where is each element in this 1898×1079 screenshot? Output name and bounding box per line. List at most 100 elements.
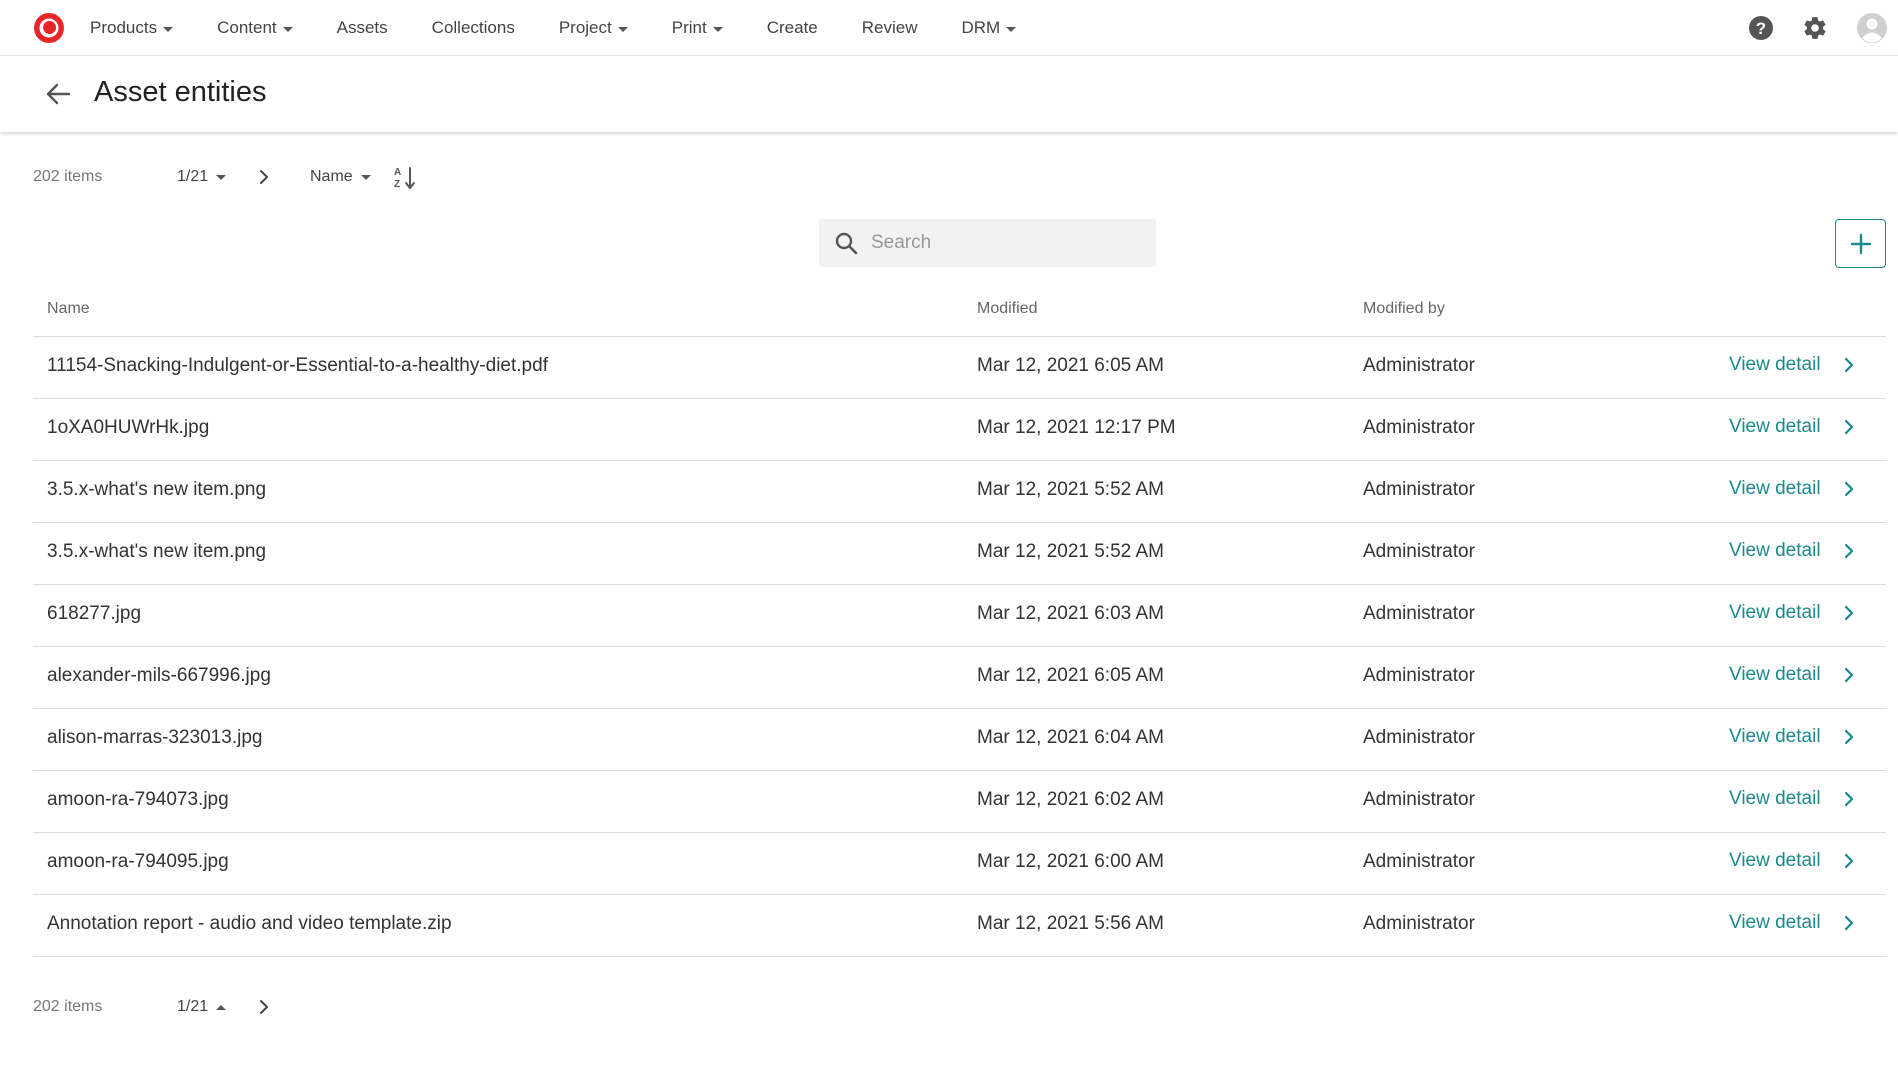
modified-date: Mar 12, 2021 6:04 AM — [977, 727, 1164, 748]
view-detail-label: View detail — [1729, 850, 1821, 871]
column-header-modified-by[interactable]: Modified by — [1363, 300, 1445, 318]
nav-item-products[interactable]: Products — [90, 18, 174, 38]
table-row[interactable]: 3.5.x-what's new item.png Mar 12, 2021 5:… — [33, 461, 1886, 523]
chevron-right-icon — [1843, 913, 1859, 933]
nav-item-review[interactable]: Review — [862, 18, 918, 38]
caret-down-icon — [360, 174, 371, 180]
asset-name: 3.5.x-what's new item.png — [47, 541, 267, 562]
top-navigation-bar: Products Content Assets Collections Project P… — [0, 0, 1898, 56]
modified-by: Administrator — [1363, 665, 1475, 686]
view-detail-link[interactable]: View detail — [1729, 416, 1859, 438]
view-detail-link[interactable]: View detail — [1729, 850, 1859, 872]
nav-item-label: Collections — [431, 18, 515, 37]
modified-date: Mar 12, 2021 6:03 AM — [977, 603, 1164, 624]
modified-date: Mar 12, 2021 5:52 AM — [977, 479, 1164, 500]
view-detail-label: View detail — [1729, 416, 1821, 437]
asset-name: 3.5.x-what's new item.png — [47, 479, 267, 500]
modified-date: Mar 12, 2021 6:02 AM — [977, 789, 1164, 810]
table-row[interactable]: 618277.jpg Mar 12, 2021 6:03 AM Administra… — [33, 585, 1886, 647]
caret-up-icon — [216, 1004, 227, 1010]
chevron-right-icon — [1843, 355, 1859, 375]
chevron-right-icon — [1843, 851, 1859, 871]
user-avatar-icon[interactable] — [1856, 12, 1888, 44]
caret-down-icon — [1006, 26, 1017, 32]
nav-item-label: Project — [558, 18, 612, 37]
view-detail-label: View detail — [1729, 602, 1821, 623]
search-icon — [831, 228, 861, 258]
brand-logo-icon[interactable] — [32, 11, 66, 45]
nav-item-label: Review — [861, 18, 918, 37]
nav-item-drm[interactable]: DRM — [962, 18, 1017, 38]
asset-name: amoon-ra-794095.jpg — [47, 851, 229, 872]
page-indicator: 1/21 — [177, 168, 209, 185]
table-row[interactable]: 1oXA0HUWrHk.jpg Mar 12, 2021 12:17 PM Admi… — [33, 399, 1886, 461]
chevron-right-icon — [1843, 665, 1859, 685]
nav-item-content[interactable]: Content — [217, 18, 293, 38]
search-input[interactable] — [871, 232, 1131, 254]
view-detail-label: View detail — [1729, 788, 1821, 809]
view-detail-link[interactable]: View detail — [1729, 478, 1859, 500]
chevron-right-icon — [1843, 479, 1859, 499]
asset-table: Name Modified Modified by 11154-Snacking… — [33, 285, 1886, 957]
nav-item-label: Create — [766, 18, 818, 37]
modified-by: Administrator — [1363, 355, 1475, 376]
sort-field-label: Name — [310, 168, 353, 185]
table-row[interactable]: amoon-ra-794095.jpg Mar 12, 2021 6:00 AM A… — [33, 833, 1886, 895]
view-detail-link[interactable]: View detail — [1729, 726, 1859, 748]
page-selector[interactable]: 1/21 — [175, 995, 228, 1019]
modified-by: Administrator — [1363, 727, 1475, 748]
nav-item-create[interactable]: Create — [767, 18, 818, 38]
table-row[interactable]: amoon-ra-794073.jpg Mar 12, 2021 6:02 AM A… — [33, 771, 1886, 833]
view-detail-label: View detail — [1729, 664, 1821, 685]
modified-by: Administrator — [1363, 479, 1475, 500]
modified-date: Mar 12, 2021 6:05 AM — [977, 355, 1164, 376]
nav-item-collections[interactable]: Collections — [432, 18, 515, 38]
view-detail-link[interactable]: View detail — [1729, 540, 1859, 562]
chevron-right-icon — [1843, 417, 1859, 437]
nav-item-assets[interactable]: Assets — [337, 18, 388, 38]
asset-name: Annotation report - audio and video temp… — [47, 913, 452, 934]
page-title: Asset entities — [94, 76, 267, 108]
table-row[interactable]: 11154-Snacking-Indulgent-or-Essential-to… — [33, 337, 1886, 399]
column-header-name[interactable]: Name — [47, 300, 90, 318]
table-row[interactable]: 3.5.x-what's new item.png Mar 12, 2021 5:… — [33, 523, 1886, 585]
view-detail-link[interactable]: View detail — [1729, 602, 1859, 624]
header-actions: ? — [1726, 0, 1888, 56]
asset-name: amoon-ra-794073.jpg — [47, 789, 229, 810]
page-header: Asset entities — [0, 56, 1898, 132]
next-page-chevron-icon[interactable] — [252, 164, 276, 190]
view-detail-label: View detail — [1729, 726, 1821, 747]
asset-name: 11154-Snacking-Indulgent-or-Essential-to… — [47, 355, 548, 376]
nav-item-label: Content — [217, 18, 277, 37]
settings-gear-icon[interactable] — [1802, 15, 1828, 41]
view-detail-link[interactable]: View detail — [1729, 912, 1859, 934]
modified-by: Administrator — [1363, 603, 1475, 624]
chevron-right-icon — [1843, 603, 1859, 623]
help-icon[interactable]: ? — [1748, 15, 1774, 41]
table-row[interactable]: alison-marras-323013.jpg Mar 12, 2021 6:0… — [33, 709, 1886, 771]
nav-item-label: Products — [90, 18, 158, 37]
modified-by: Administrator — [1363, 851, 1475, 872]
view-detail-link[interactable]: View detail — [1729, 664, 1859, 686]
caret-down-icon — [282, 26, 293, 32]
caret-down-icon — [163, 26, 174, 32]
nav-item-label: DRM — [961, 18, 1001, 37]
add-button[interactable] — [1835, 219, 1886, 268]
view-detail-link[interactable]: View detail — [1729, 788, 1859, 810]
nav-item-print[interactable]: Print — [672, 18, 723, 38]
nav-item-project[interactable]: Project — [559, 18, 628, 38]
table-row[interactable]: alexander-mils-667996.jpg Mar 12, 2021 6:… — [33, 647, 1886, 709]
view-detail-link[interactable]: View detail — [1729, 354, 1859, 376]
page-selector[interactable]: 1/21 — [175, 165, 228, 189]
back-arrow-icon[interactable] — [42, 80, 74, 108]
sort-ascending-icon[interactable]: A Z — [391, 163, 419, 193]
view-detail-label: View detail — [1729, 478, 1821, 499]
modified-date: Mar 12, 2021 6:05 AM — [977, 665, 1164, 686]
modified-date: Mar 12, 2021 6:00 AM — [977, 851, 1164, 872]
table-row[interactable]: Annotation report - audio and video temp… — [33, 895, 1886, 957]
next-page-chevron-icon[interactable] — [252, 994, 276, 1020]
svg-text:A: A — [394, 167, 401, 178]
sort-field-dropdown[interactable]: Name — [308, 165, 373, 189]
nav-item-label: Print — [671, 18, 707, 37]
column-header-modified[interactable]: Modified — [977, 300, 1037, 318]
